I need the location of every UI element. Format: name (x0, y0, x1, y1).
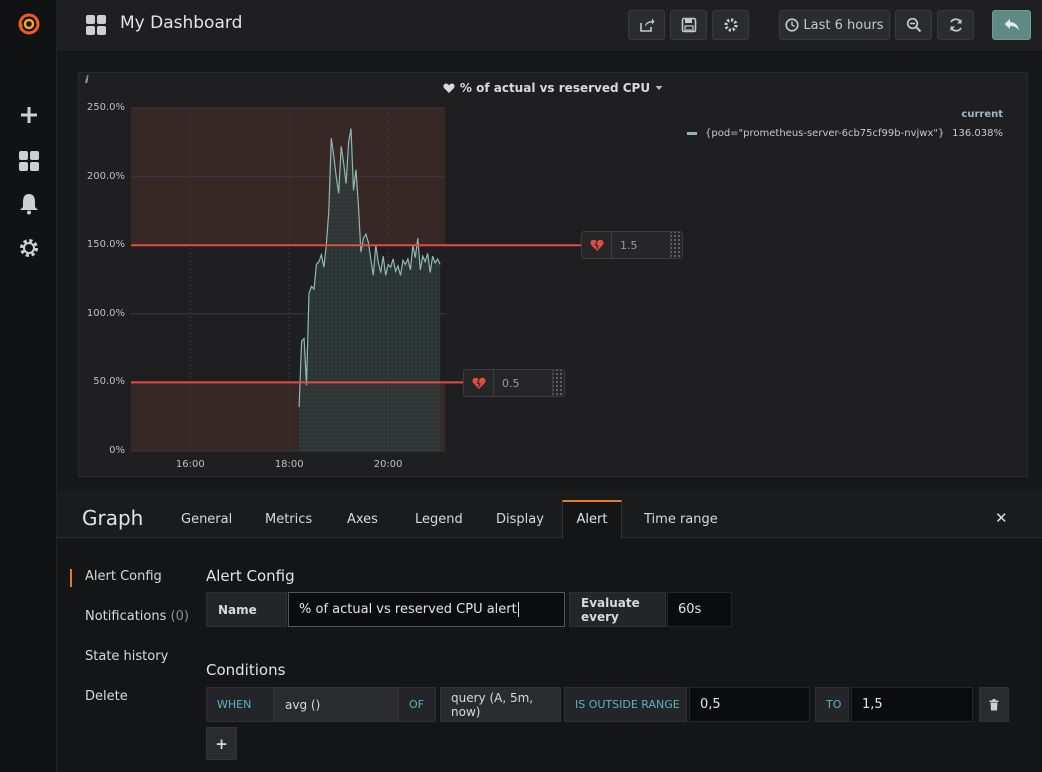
nav-state-history[interactable]: State history (85, 649, 168, 664)
drag-grip-icon[interactable] (670, 232, 682, 258)
nav-alert-config[interactable]: Alert Config (85, 569, 162, 584)
cog-icon (723, 18, 738, 32)
clock-icon (785, 18, 800, 32)
alert-name-value: % of actual vs reserved CPU alert (299, 602, 517, 617)
create-plus-icon[interactable] (0, 99, 57, 131)
tab-alert[interactable]: Alert (562, 500, 622, 539)
save-icon (681, 17, 696, 33)
y-tick-label: 250.0% (86, 102, 125, 113)
save-button[interactable] (670, 10, 707, 40)
broken-heart-icon (582, 232, 612, 258)
of-keyword: OF (398, 687, 436, 722)
nav-delete[interactable]: Delete (85, 689, 128, 704)
panel-editor: Graph General Metrics Axes Legend Displa… (57, 490, 1042, 772)
x-tick-label: 18:00 (274, 459, 304, 470)
nav-notifications-label: Notifications (85, 609, 167, 624)
when-keyword: WHEN (206, 687, 274, 722)
close-editor-icon[interactable]: ✕ (995, 509, 1008, 527)
alerting-bell-icon[interactable] (0, 188, 57, 220)
editor-tab-bar: Graph General Metrics Axes Legend Displa… (57, 490, 1042, 539)
evaluate-every-input[interactable]: 60s (667, 592, 732, 627)
refresh-icon (949, 18, 962, 32)
alert-config-title: Alert Config (206, 567, 295, 585)
tab-metrics[interactable]: Metrics (265, 512, 312, 527)
x-tick-label: 16:00 (175, 459, 205, 470)
threshold-value-upper: 1.5 (620, 238, 638, 252)
refresh-button[interactable] (937, 10, 974, 40)
x-tick-label: 20:00 (373, 459, 403, 470)
configuration-gear-icon[interactable] (0, 232, 57, 264)
back-arrow-icon (1004, 19, 1019, 31)
tab-axes[interactable]: Axes (347, 512, 378, 527)
notifications-count: (0) (170, 609, 189, 624)
query-select[interactable]: query (A, 5m, now) (440, 687, 561, 722)
time-picker-button[interactable]: Last 6 hours (779, 10, 890, 40)
tab-time-range[interactable]: Time range (644, 512, 718, 527)
dashboards-grid-icon[interactable] (0, 145, 57, 177)
y-tick-label: 200.0% (86, 170, 125, 182)
to-keyword: TO (815, 687, 849, 722)
y-tick-label: 50.0% (93, 376, 125, 388)
dashboard-grid-icon[interactable] (85, 14, 107, 40)
threshold-handle-lower[interactable]: 0.5 (463, 369, 565, 397)
nav-notifications[interactable]: Notifications (0) (85, 609, 189, 624)
editor-title: Graph (82, 506, 144, 530)
back-to-dashboard-button[interactable] (992, 10, 1031, 40)
active-indicator (70, 569, 72, 587)
top-navbar: My Dashboard Last 6 hours (57, 0, 1042, 52)
trash-icon (989, 698, 999, 710)
graph-panel[interactable]: i % of actual vs reserved CPU current {p… (78, 72, 1028, 477)
broken-heart-icon (464, 370, 494, 396)
tab-legend[interactable]: Legend (415, 512, 463, 527)
zoom-out-icon (906, 17, 921, 33)
y-tick-label: 150.0% (86, 239, 125, 251)
share-icon (639, 18, 654, 32)
range-from-input[interactable]: 0,5 (689, 687, 810, 722)
tab-display[interactable]: Display (496, 512, 544, 527)
y-tick-label: 0% (109, 445, 125, 456)
dashboard-title[interactable]: My Dashboard (120, 13, 242, 33)
evaluator-select[interactable]: IS OUTSIDE RANGE (564, 687, 687, 722)
drag-grip-icon[interactable] (552, 370, 564, 396)
zoom-out-button[interactable] (895, 10, 932, 40)
y-tick-label: 100.0% (86, 307, 125, 319)
range-to-input[interactable]: 1,5 (851, 687, 973, 722)
side-menu (0, 0, 57, 772)
threshold-handle-upper[interactable]: 1.5 (581, 231, 683, 259)
delete-condition-button[interactable] (979, 687, 1009, 722)
tab-general[interactable]: General (181, 512, 232, 527)
time-range-label: Last 6 hours (803, 17, 884, 33)
settings-button[interactable] (712, 10, 749, 40)
share-button[interactable] (628, 10, 665, 40)
chart-plot (131, 107, 581, 452)
evaluate-every-label: Evaluate every (569, 592, 666, 627)
grafana-logo-icon[interactable] (0, 8, 57, 40)
tab-alert-label: Alert (576, 512, 608, 527)
text-caret (517, 602, 519, 617)
add-condition-button[interactable]: + (206, 727, 237, 760)
name-label: Name (206, 592, 287, 627)
threshold-value-lower: 0.5 (502, 376, 520, 390)
reducer-select[interactable]: avg () (274, 687, 398, 722)
conditions-title: Conditions (206, 661, 286, 679)
alert-name-input[interactable]: % of actual vs reserved CPU alert (288, 592, 565, 627)
